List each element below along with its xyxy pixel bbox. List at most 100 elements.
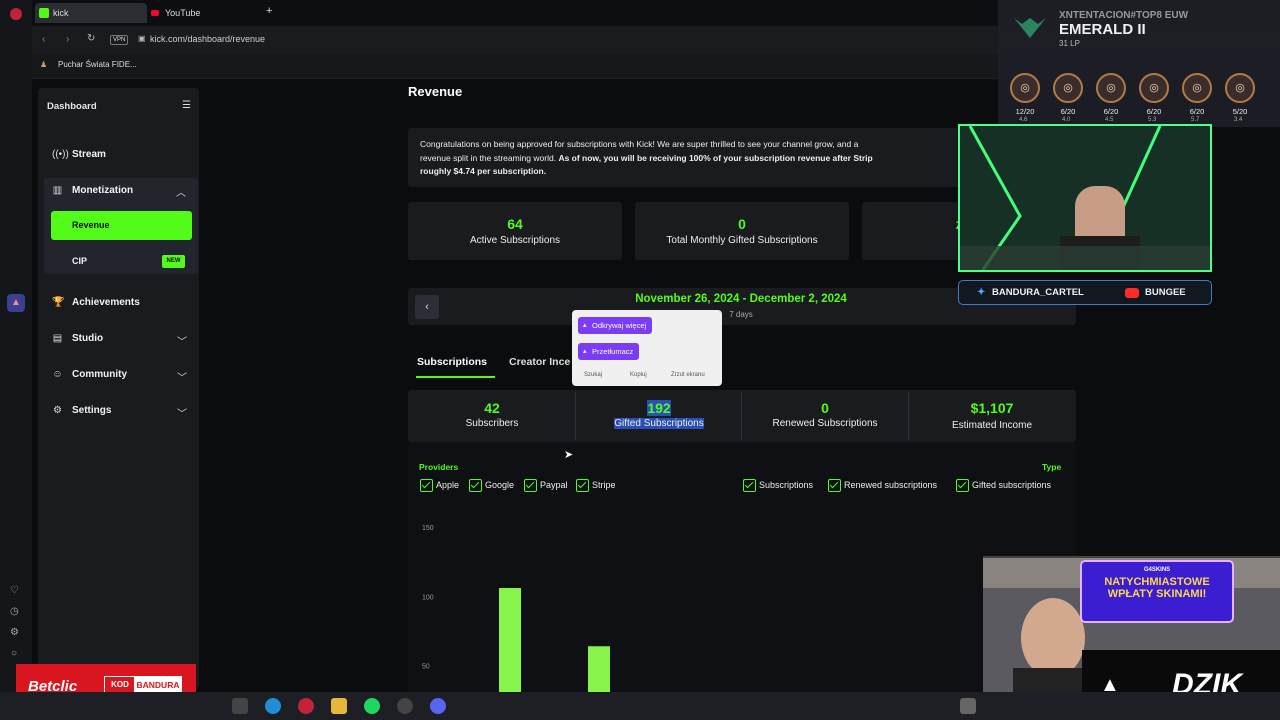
sidebar-title: Dashboard: [47, 101, 97, 112]
history-icon[interactable]: ◷: [10, 606, 19, 617]
champion-score: 6/20: [1060, 107, 1076, 116]
tab-kick[interactable]: kick: [35, 3, 147, 23]
y-tick-label: 100: [422, 594, 434, 601]
champion-kda: 4.5: [1105, 117, 1114, 123]
notice-text: roughly $4.74 per subscription.: [420, 166, 547, 176]
revenue-chart: 150 100 50: [422, 525, 610, 692]
discover-button[interactable]: ▴ Odkrywaj więcej: [578, 317, 653, 334]
tab-creator-incentives[interactable]: Creator Ince: [509, 356, 570, 368]
stat-value: 192: [576, 400, 742, 416]
checkbox-subscriptions[interactable]: Subscriptions: [743, 479, 813, 492]
champion-icon: ◎: [1053, 73, 1083, 103]
summoner-text: XNTENTACION#TOP8: [1059, 10, 1162, 21]
discover-label: Odkrywaj więcej: [592, 321, 647, 330]
gear-icon[interactable]: ⚙: [10, 627, 19, 638]
chart-bar[interactable]: [499, 588, 521, 692]
page-title: Revenue: [408, 84, 463, 99]
checkbox-label: Gifted subscriptions: [972, 480, 1052, 490]
checkbox-label: Renewed subscriptions: [844, 480, 938, 490]
checkbox-paypal[interactable]: Paypal: [524, 479, 568, 492]
heart-icon[interactable]: ♡: [10, 585, 19, 596]
tab-subscriptions[interactable]: Subscriptions: [417, 356, 487, 368]
new-badge: NEW: [162, 255, 185, 268]
chevron-down-icon[interactable]: ﹀: [177, 405, 187, 420]
stat-value: 0: [821, 400, 829, 416]
sidebar-item-community[interactable]: Community: [72, 369, 127, 380]
new-tab-button[interactable]: +: [266, 5, 272, 17]
task-view-icon[interactable]: [232, 698, 248, 714]
opera-icon[interactable]: [298, 698, 314, 714]
translate-button[interactable]: ▴ Przetłumacz: [578, 343, 640, 360]
checkbox-gifted[interactable]: Gifted subscriptions: [956, 479, 1051, 492]
checkbox-icon: [524, 479, 537, 492]
discord-icon[interactable]: [430, 698, 446, 714]
chevron-up-icon[interactable]: ︿: [176, 184, 186, 199]
url-input[interactable]: kick.com/dashboard/revenue: [150, 34, 265, 44]
aria-icon[interactable]: ▲: [7, 294, 25, 312]
checkbox-apple[interactable]: Apple: [420, 479, 459, 492]
bookmark-item[interactable]: Puchar Świata FIDE...: [58, 60, 137, 69]
lightbulb-icon[interactable]: ○: [11, 648, 17, 659]
tab-youtube[interactable]: YouTube: [147, 3, 259, 23]
checkbox-stripe[interactable]: Stripe: [576, 479, 616, 492]
edge-icon[interactable]: [265, 698, 281, 714]
sparkle-icon: ▴: [583, 322, 587, 329]
sidebar-item-studio[interactable]: Studio: [72, 333, 103, 344]
selected-text[interactable]: Gifted Subscriptions: [614, 418, 704, 429]
champion-score: 5/20: [1232, 107, 1248, 116]
card-label: Total Monthly Gifted Subscriptions: [666, 235, 818, 246]
forward-icon[interactable]: ›: [66, 34, 69, 45]
trophy-icon: 🏆: [52, 297, 65, 308]
promo-line: WPŁATY SKINAMI!: [1107, 588, 1207, 600]
stat-value: $1,107: [970, 400, 1014, 416]
stat-label: Estimated Income: [951, 420, 1033, 431]
obs-icon[interactable]: [397, 698, 413, 714]
sidebar-item-monetization[interactable]: Monetization: [72, 185, 133, 196]
gear-icon: ⚙: [53, 405, 62, 416]
y-tick-label: 150: [422, 525, 434, 532]
stat-renewed: 0 Renewed Subscriptions: [742, 390, 908, 442]
youtube-handle: BUNGEE: [1145, 287, 1186, 298]
browser-logo-icon[interactable]: [10, 8, 22, 20]
translate-icon: ▴: [583, 348, 587, 355]
champion-icon: ◎: [1139, 73, 1169, 103]
checkbox-icon: [576, 479, 589, 492]
chevron-down-icon[interactable]: ﹀: [177, 333, 187, 348]
folder-icon[interactable]: [331, 698, 347, 714]
collapse-sidebar-icon[interactable]: ☰: [182, 100, 191, 111]
vpn-badge[interactable]: VPN: [110, 35, 129, 45]
champion-score: 6/20: [1189, 107, 1205, 116]
spotify-icon[interactable]: [364, 698, 380, 714]
checkbox-icon: [956, 479, 969, 492]
stat-label: Subscribers: [465, 418, 519, 429]
active-tab-indicator: [416, 376, 495, 378]
checkbox-google[interactable]: Google: [469, 479, 514, 492]
sidebar-item-achievements[interactable]: Achievements: [72, 297, 140, 308]
twitter-handle: BANDURA_CARTEL: [992, 287, 1084, 298]
screenshot-action[interactable]: Zrzut ekranu: [671, 372, 705, 378]
chart-bar[interactable]: [588, 646, 610, 692]
sidebar-item-stream[interactable]: Stream: [72, 149, 106, 160]
chart-icon: ▥: [52, 185, 63, 196]
reload-icon[interactable]: ↻: [87, 33, 95, 44]
search-action[interactable]: Szukaj: [584, 372, 602, 378]
checkbox-icon: [828, 479, 841, 492]
champion-icon: ◎: [1225, 73, 1255, 103]
previous-week-button[interactable]: ‹: [415, 295, 439, 319]
champion-score: 12/20: [1015, 107, 1035, 116]
tray-icon[interactable]: [960, 698, 976, 714]
summary-card: 64 Active Subscriptions: [408, 202, 622, 260]
copy-action[interactable]: Kopiuj: [630, 372, 647, 378]
checkbox-icon: [469, 479, 482, 492]
checkbox-renewed[interactable]: Renewed subscriptions: [828, 479, 937, 492]
sidebar-item-revenue[interactable]: Revenue: [51, 211, 192, 240]
champion-score: 6/20: [1103, 107, 1119, 116]
selected-text[interactable]: 192: [647, 400, 671, 416]
socials-banner: ✦ BANDURA_CARTEL BUNGEE: [958, 280, 1212, 305]
chevron-down-icon[interactable]: ﹀: [177, 369, 187, 384]
sidebar-item-settings[interactable]: Settings: [72, 405, 111, 416]
film-icon: ▤: [52, 333, 63, 344]
stat-income: $1,107 Estimated Income: [909, 390, 1075, 442]
back-icon[interactable]: ‹: [42, 34, 45, 45]
sidebar-item-cip[interactable]: CIP: [72, 256, 87, 266]
